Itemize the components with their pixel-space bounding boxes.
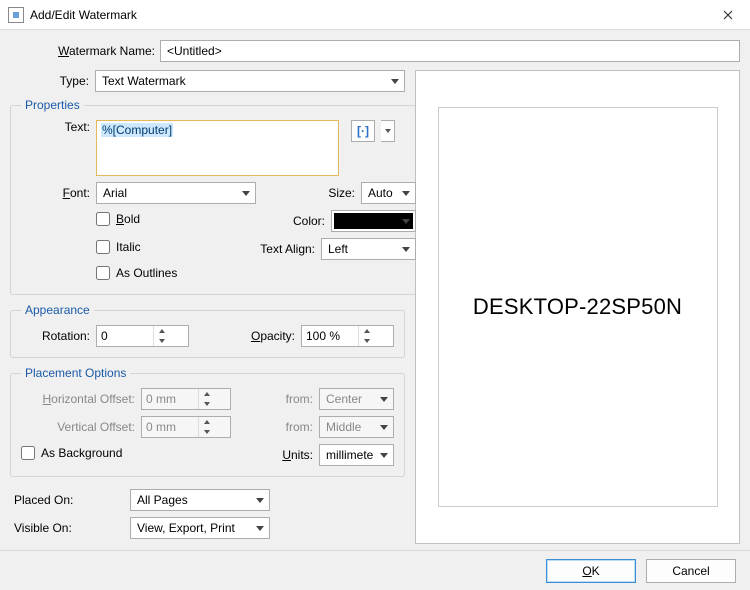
insert-macro-dropdown[interactable]: [381, 120, 395, 142]
size-select[interactable]: Auto: [361, 182, 416, 204]
properties-group: Properties Text: %[Computer] [·] Font: A…: [10, 98, 427, 295]
h-offset-spinner[interactable]: [141, 388, 231, 410]
visible-on-label: Visible On:: [10, 521, 130, 535]
color-label: Color:: [281, 214, 331, 228]
spin-up-icon[interactable]: [199, 417, 214, 427]
from-v-select[interactable]: Middle: [319, 416, 394, 438]
spin-up-icon[interactable]: [359, 326, 374, 336]
from-h-label: from:: [279, 392, 319, 406]
appearance-legend: Appearance: [21, 303, 94, 317]
h-offset-value[interactable]: [142, 392, 198, 406]
chevron-down-icon: [385, 129, 391, 133]
units-label: Units:: [279, 448, 319, 462]
opacity-value[interactable]: [302, 329, 358, 343]
rotation-label: Rotation:: [21, 329, 96, 343]
app-icon: [8, 7, 24, 23]
type-label: Type:: [10, 74, 95, 88]
spin-down-icon[interactable]: [359, 336, 374, 346]
spin-down-icon[interactable]: [199, 427, 214, 437]
bold-checkbox[interactable]: Bold: [96, 212, 256, 226]
size-label: Size:: [321, 186, 361, 200]
opacity-label: Opacity:: [246, 329, 301, 343]
type-select[interactable]: Text Watermark: [95, 70, 405, 92]
insert-macro-button[interactable]: [·]: [351, 120, 375, 142]
h-offset-label: Horizontal Offset:: [21, 392, 141, 406]
dialog-footer: OK Cancel: [0, 550, 750, 590]
properties-legend: Properties: [21, 98, 84, 112]
ok-button[interactable]: OK: [546, 559, 636, 583]
text-label: Text:: [21, 120, 96, 134]
placed-on-select[interactable]: All Pages: [130, 489, 270, 511]
as-background-checkbox[interactable]: As Background: [21, 446, 241, 460]
color-swatch: [334, 213, 413, 229]
placement-group: Placement Options Horizontal Offset: fro…: [10, 366, 405, 477]
appearance-group: Appearance Rotation: Opacity:: [10, 303, 405, 358]
from-v-label: from:: [279, 420, 319, 434]
spin-up-icon[interactable]: [199, 389, 214, 399]
placed-on-label: Placed On:: [10, 493, 130, 507]
visible-on-select[interactable]: View, Export, Print: [130, 517, 270, 539]
font-label: Font:: [21, 186, 96, 200]
italic-checkbox[interactable]: Italic: [96, 240, 256, 254]
text-align-select[interactable]: Left: [321, 238, 416, 260]
spin-down-icon[interactable]: [199, 399, 214, 409]
color-picker[interactable]: [331, 210, 416, 232]
watermark-name-input[interactable]: [160, 40, 740, 62]
close-button[interactable]: [705, 0, 750, 29]
window-title: Add/Edit Watermark: [30, 8, 137, 22]
close-icon: [723, 10, 733, 20]
v-offset-value[interactable]: [142, 420, 198, 434]
bracket-icon: [·]: [357, 124, 369, 138]
preview-page: DESKTOP-22SP50N: [438, 107, 718, 507]
units-select[interactable]: millimeter: [319, 444, 394, 466]
text-input[interactable]: %[Computer]: [96, 120, 339, 176]
spin-down-icon[interactable]: [154, 336, 169, 346]
watermark-name-label: Watermark Name:: [10, 44, 160, 58]
opacity-spinner[interactable]: [301, 325, 394, 347]
text-align-label: Text Align:: [256, 242, 321, 256]
cancel-button[interactable]: Cancel: [646, 559, 736, 583]
font-select[interactable]: Arial: [96, 182, 256, 204]
v-offset-spinner[interactable]: [141, 416, 231, 438]
spin-up-icon[interactable]: [154, 326, 169, 336]
titlebar: Add/Edit Watermark: [0, 0, 750, 30]
placement-legend: Placement Options: [21, 366, 130, 380]
outlines-checkbox[interactable]: As Outlines: [96, 266, 177, 280]
v-offset-label: Vertical Offset:: [21, 420, 141, 434]
rotation-spinner[interactable]: [96, 325, 189, 347]
rotation-value[interactable]: [97, 329, 153, 343]
preview-text: DESKTOP-22SP50N: [473, 294, 682, 320]
preview-pane: DESKTOP-22SP50N: [415, 70, 740, 544]
from-h-select[interactable]: Center: [319, 388, 394, 410]
